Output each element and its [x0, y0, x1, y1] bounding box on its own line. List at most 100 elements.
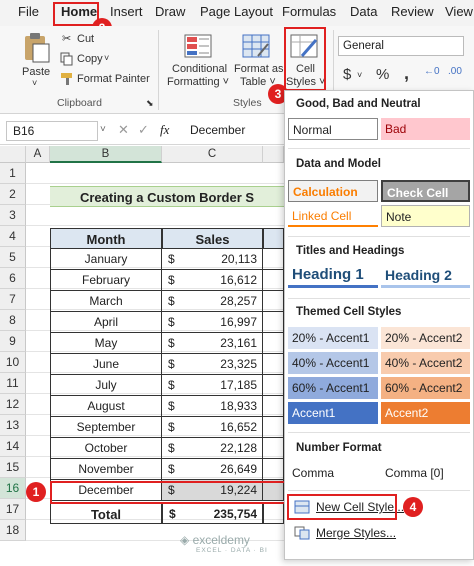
month-cell[interactable]: October [50, 438, 162, 459]
row-header[interactable]: 17 [0, 499, 26, 520]
menu-view[interactable]: View [445, 4, 473, 19]
style-check-cell[interactable]: Check Cell [381, 180, 470, 202]
extra-cell[interactable] [263, 291, 284, 312]
header-extra[interactable] [263, 228, 284, 249]
column-header-b[interactable]: B [50, 146, 162, 163]
style-comma[interactable]: Comma [288, 462, 378, 484]
style-bad[interactable]: Bad [381, 118, 470, 140]
insert-function-icon[interactable]: fx [160, 122, 169, 138]
sales-cell[interactable]: $20,113 [162, 249, 263, 270]
row-header[interactable]: 3 [0, 205, 26, 226]
row-header[interactable]: 7 [0, 289, 26, 310]
menu-formulas[interactable]: Formulas [282, 4, 336, 19]
month-cell[interactable]: January [50, 249, 162, 270]
style-accent1[interactable]: Accent1 [288, 402, 378, 424]
sales-cell[interactable]: $16,612 [162, 270, 263, 291]
column-header-c[interactable]: C [162, 146, 263, 163]
month-cell[interactable]: March [50, 291, 162, 312]
row-header[interactable]: 18 [0, 520, 26, 541]
increase-decimal-icon[interactable]: ←0 [424, 66, 440, 77]
row-header[interactable]: 16 [0, 478, 26, 499]
month-cell[interactable]: August [50, 396, 162, 417]
paste-chevron-icon[interactable]: ˅ [32, 78, 37, 88]
decrease-decimal-icon[interactable]: .00 [448, 66, 462, 77]
style-60-accent2[interactable]: 60% - Accent2 [381, 377, 470, 399]
month-cell[interactable]: February [50, 270, 162, 291]
style-40-accent2[interactable]: 40% - Accent2 [381, 352, 470, 374]
menu-page-layout[interactable]: Page Layout [200, 4, 273, 19]
cut-icon[interactable]: ✂ [62, 32, 71, 45]
row-header[interactable]: 10 [0, 352, 26, 373]
format-painter-icon[interactable] [60, 72, 74, 86]
conditional-formatting-label-2[interactable]: Formatting ˅ [167, 76, 229, 88]
row-header[interactable]: 12 [0, 394, 26, 415]
sales-cell[interactable]: $26,649 [162, 459, 263, 480]
sales-cell[interactable]: $23,325 [162, 354, 263, 375]
month-cell[interactable]: June [50, 354, 162, 375]
month-cell[interactable]: July [50, 375, 162, 396]
copy-icon[interactable] [60, 52, 74, 66]
extra-cell[interactable] [263, 459, 284, 480]
extra-cell[interactable] [263, 354, 284, 375]
menu-insert[interactable]: Insert [110, 4, 143, 19]
percent-format-icon[interactable]: % [376, 66, 389, 83]
total-label[interactable]: Total [50, 503, 162, 524]
extra-cell[interactable] [263, 312, 284, 333]
sales-cell[interactable]: $16,997 [162, 312, 263, 333]
number-format-select[interactable]: General [338, 36, 464, 56]
row-header[interactable]: 14 [0, 436, 26, 457]
sales-cell[interactable]: $28,257 [162, 291, 263, 312]
format-as-table-icon[interactable] [242, 34, 272, 60]
extra-cell[interactable] [263, 270, 284, 291]
style-heading-1[interactable]: Heading 1 [288, 264, 378, 288]
extra-cell[interactable] [263, 417, 284, 438]
column-header-d[interactable] [263, 146, 284, 163]
cut-button[interactable]: Cut [77, 33, 94, 45]
menu-review[interactable]: Review [391, 4, 434, 19]
month-cell[interactable]: September [50, 417, 162, 438]
sales-cell[interactable]: $22,128 [162, 438, 263, 459]
paste-icon[interactable] [22, 32, 52, 64]
paste-label[interactable]: Paste [22, 66, 50, 78]
comma-format-icon[interactable]: , [404, 63, 409, 84]
row-header[interactable]: 2 [0, 184, 26, 205]
month-cell[interactable]: November [50, 459, 162, 480]
extra-cell[interactable] [263, 333, 284, 354]
name-box-chevron-icon[interactable]: ˅ [100, 124, 106, 135]
row-header[interactable]: 1 [0, 163, 26, 184]
row-header[interactable]: 5 [0, 247, 26, 268]
enter-icon[interactable]: ✓ [138, 122, 149, 138]
name-box[interactable]: B16 [6, 121, 98, 141]
header-month[interactable]: Month [50, 228, 162, 249]
style-note[interactable]: Note [381, 205, 470, 227]
column-header-a[interactable]: A [26, 146, 50, 163]
style-20-accent1[interactable]: 20% - Accent1 [288, 327, 378, 349]
extra-cell[interactable] [263, 396, 284, 417]
currency-format-icon[interactable]: $ [343, 66, 351, 83]
style-normal[interactable]: Normal [288, 118, 378, 140]
style-20-accent2[interactable]: 20% - Accent2 [381, 327, 470, 349]
clipboard-launcher-icon[interactable]: ⬊ [146, 98, 154, 109]
row-header[interactable]: 11 [0, 373, 26, 394]
extra-cell[interactable] [263, 249, 284, 270]
merge-styles-menu-item[interactable]: Merge Styles... [290, 522, 400, 544]
formula-input[interactable]: December [184, 121, 284, 141]
extra-cell[interactable] [263, 438, 284, 459]
cancel-icon[interactable]: ✕ [118, 122, 129, 138]
sales-cell[interactable]: $18,933 [162, 396, 263, 417]
row-header[interactable]: 4 [0, 226, 26, 247]
format-painter-button[interactable]: Format Painter [77, 73, 150, 85]
month-cell[interactable]: April [50, 312, 162, 333]
select-all-corner[interactable] [0, 146, 26, 163]
format-as-table-label-1[interactable]: Format as [234, 63, 284, 75]
style-60-accent1[interactable]: 60% - Accent1 [288, 377, 378, 399]
conditional-formatting-icon[interactable] [184, 34, 214, 60]
month-cell[interactable]: May [50, 333, 162, 354]
row-header[interactable]: 15 [0, 457, 26, 478]
menu-file[interactable]: File [18, 4, 39, 19]
style-40-accent1[interactable]: 40% - Accent1 [288, 352, 378, 374]
total-extra[interactable] [263, 503, 284, 524]
total-cell[interactable]: $ 235,754 [162, 503, 263, 524]
menu-data[interactable]: Data [350, 4, 377, 19]
copy-chevron-icon[interactable]: ˅ [104, 53, 109, 63]
